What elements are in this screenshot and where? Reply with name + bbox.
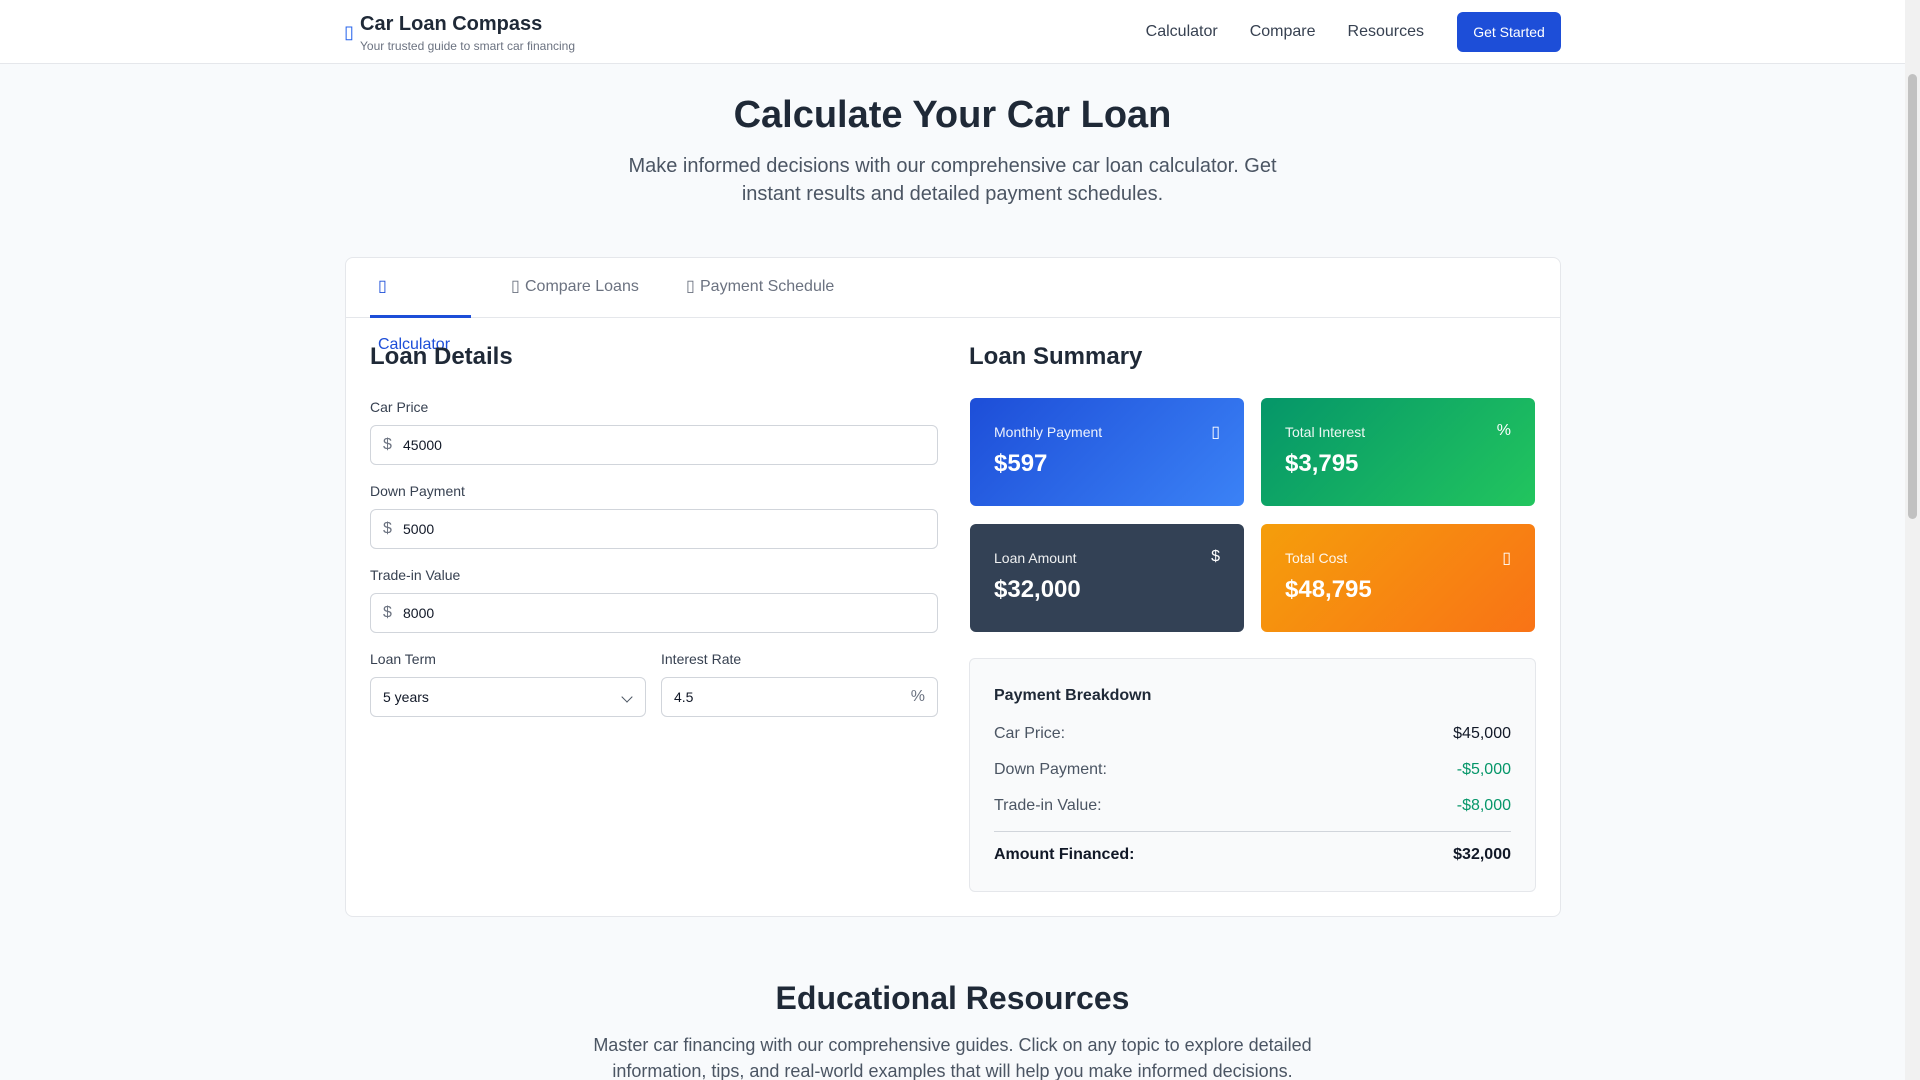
calendar-icon: ▯ [1211,424,1220,441]
car-price-input[interactable] [403,426,925,464]
total-cost-value: $48,795 [1285,576,1372,603]
payment-breakdown: Payment Breakdown Car Price: $45,000 Dow… [969,658,1536,892]
educational-resources-title: Educational Resources [775,980,1130,1016]
loan-term-label: Loan Term [370,651,436,667]
total-interest-card: Total Interest % $3,795 [1261,398,1535,506]
breakdown-value: -$5,000 [1456,761,1511,778]
loan-summary-title: Loan Summary [969,343,1143,370]
scrollbar-thumb[interactable] [1908,74,1917,519]
dollar-icon: $ [383,520,392,537]
dollar-icon: $ [1211,548,1220,565]
breakdown-row: Car Price: $45,000 [994,725,1511,749]
down-payment-field: $ [370,509,938,549]
monthly-payment-card: Monthly Payment ▯ $597 [970,398,1244,506]
interest-rate-label: Interest Rate [661,651,742,667]
tab-calculator[interactable]: ▯Calculator [370,258,471,353]
calculator-icon: ▯ [378,278,387,295]
get-started-button[interactable]: Get Started [1457,12,1561,52]
calculator-card: ▯Calculator ▯ Compare Loans ▯ Payment Sche… [345,257,1561,917]
loan-term-select[interactable]: 5 years [370,677,646,717]
payment-breakdown-title: Payment Breakdown [994,687,1152,704]
down-payment-input[interactable] [403,510,925,548]
loan-details-title: Loan Details [370,343,513,370]
breakdown-row: Down Payment: -$5,000 [994,761,1511,785]
tab-payment-schedule[interactable]: ▯ Payment Schedule [678,258,842,318]
tab-compare-loans[interactable]: ▯ Compare Loans [503,258,647,318]
breakdown-value: $45,000 [1453,725,1511,742]
monthly-payment-label: Monthly Payment [994,424,1103,440]
page-title: Calculate Your Car Loan [733,94,1172,136]
total-cost-label: Total Cost [1285,550,1348,566]
dollar-icon: $ [383,436,392,453]
breakdown-row: Trade-in Value: -$8,000 [994,797,1511,821]
breakdown-label: Car Price: [994,725,1066,742]
total-interest-label: Total Interest [1285,424,1366,440]
educational-resources-subtitle: Master car financing with our comprehens… [593,1035,1312,1080]
tab-compare-loans-label: Compare Loans [525,278,639,295]
amount-financed-label: Amount Financed: [994,846,1135,863]
percent-icon: % [1496,422,1511,439]
breakdown-divider [994,831,1511,832]
down-payment-label: Down Payment [370,483,465,499]
chevron-down-icon [621,691,633,703]
breakdown-label: Down Payment: [994,761,1107,778]
trade-in-field: $ [370,593,938,633]
percent-icon: % [910,688,925,705]
nav-compare[interactable]: Compare [1250,23,1316,41]
brand[interactable]: ▯ Car Loan Compass Your trusted guide to… [344,12,575,54]
interest-rate-input[interactable] [674,678,905,716]
total-interest-value: $3,795 [1285,450,1359,477]
breakdown-total-row: Amount Financed: $32,000 [994,846,1511,870]
main-nav: Calculator Compare Resources Get Started [1146,12,1561,52]
loan-amount-label: Loan Amount [994,550,1077,566]
loan-term-value: 5 years [383,689,429,705]
tab-payment-schedule-label: Payment Schedule [700,278,835,295]
car-price-label: Car Price [370,399,429,415]
calculator-icon: ▯ [1502,550,1511,567]
car-icon: ▯ [344,22,354,42]
nav-calculator[interactable]: Calculator [1146,23,1218,41]
amount-financed-value: $32,000 [1453,846,1511,863]
car-price-field: $ [370,425,938,465]
compare-icon: ▯ [511,278,520,295]
trade-in-label: Trade-in Value [370,567,461,583]
schedule-icon: ▯ [686,278,695,295]
page-subtitle: Make informed decisions with our compreh… [628,155,1277,205]
monthly-payment-value: $597 [994,450,1048,477]
total-cost-card: Total Cost ▯ $48,795 [1261,524,1535,632]
site-header: ▯ Car Loan Compass Your trusted guide to… [0,0,1905,64]
loan-amount-card: Loan Amount $ $32,000 [970,524,1244,632]
breakdown-value: -$8,000 [1456,797,1511,814]
trade-in-input[interactable] [403,594,925,632]
breakdown-label: Trade-in Value: [994,797,1102,814]
nav-resources[interactable]: Resources [1348,23,1424,41]
brand-subtitle: Your trusted guide to smart car financin… [360,39,576,53]
page-scrollbar[interactable] [1905,0,1920,1080]
interest-rate-field: % [661,677,938,717]
brand-title: Car Loan Compass [360,13,543,35]
loan-amount-value: $32,000 [994,576,1081,603]
dollar-icon: $ [383,604,392,621]
tab-bar: ▯Calculator ▯ Compare Loans ▯ Payment Sche… [346,258,1560,353]
